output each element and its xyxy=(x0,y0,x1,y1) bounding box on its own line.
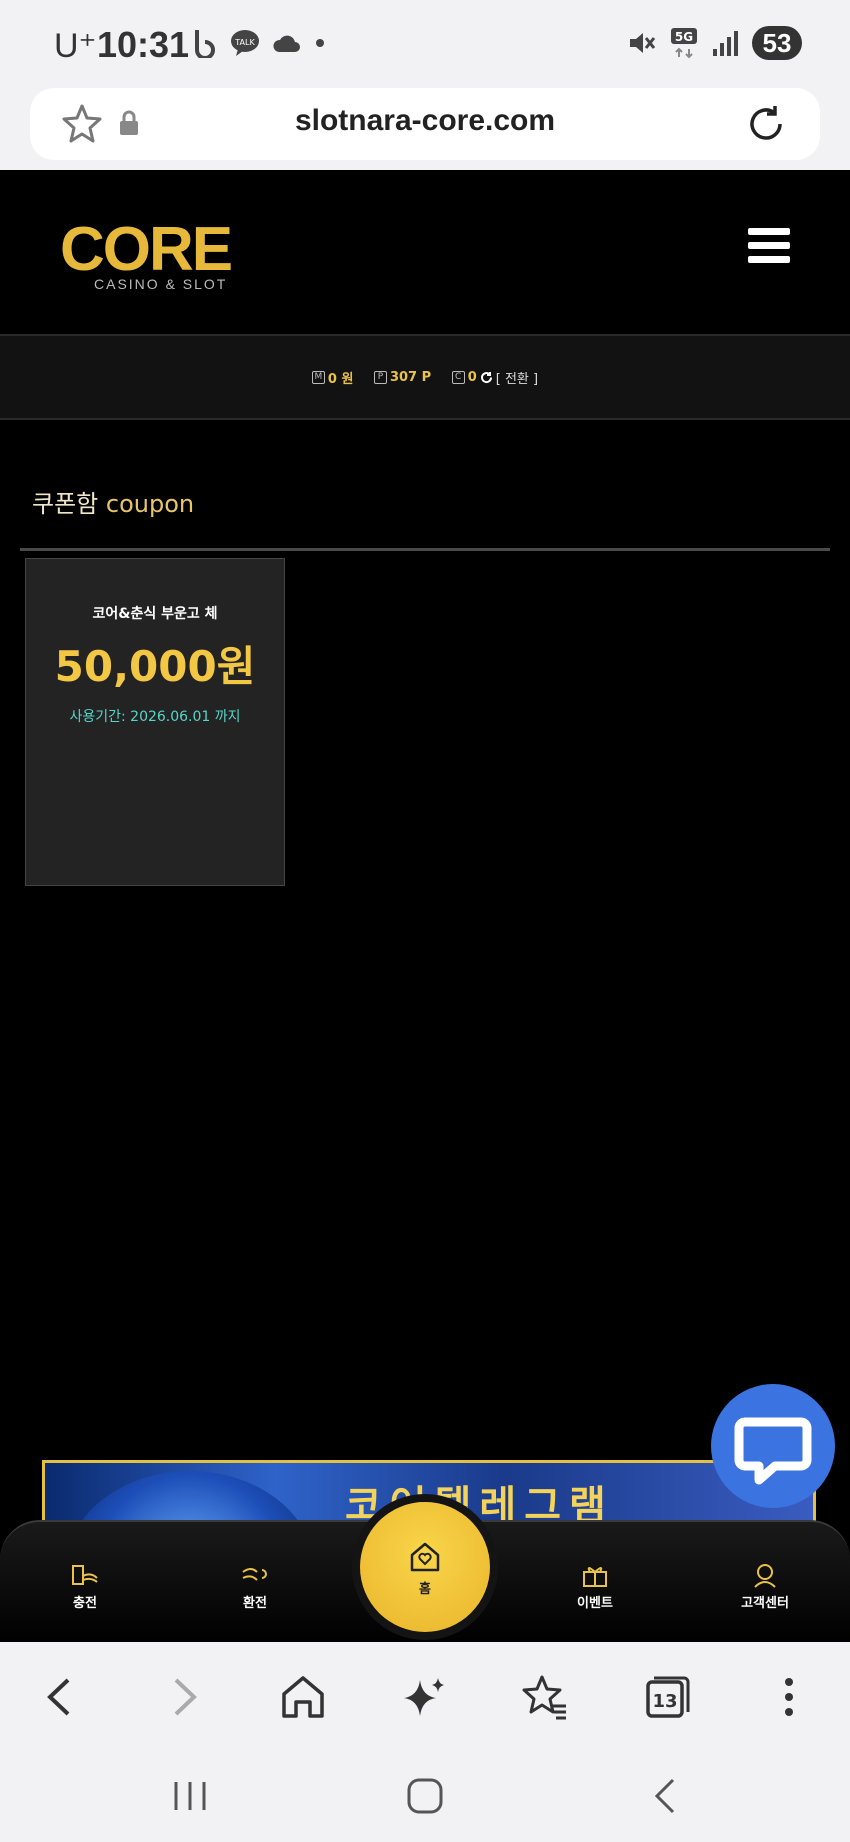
nav-deposit[interactable]: 충전 xyxy=(30,1562,140,1611)
carrier-label: U⁺ xyxy=(54,27,97,65)
home-heart-icon xyxy=(410,1542,440,1572)
page-title-ko: 쿠폰함 xyxy=(32,490,99,518)
5g-icon: 5G xyxy=(671,28,697,59)
deposit-icon xyxy=(72,1565,98,1585)
site-header: CORE CASINO & SLOT xyxy=(0,170,850,336)
section-divider xyxy=(20,548,830,551)
back-icon[interactable] xyxy=(36,1672,86,1722)
gift-icon xyxy=(583,1567,607,1587)
browser-toolbar: 13 xyxy=(0,1642,850,1746)
url-text[interactable]: slotnara-core.com xyxy=(30,104,820,138)
chat-button[interactable] xyxy=(711,1384,835,1508)
home-icon[interactable] xyxy=(278,1672,328,1722)
money-balance: M 0 원 xyxy=(311,368,354,387)
reload-icon[interactable] xyxy=(744,102,788,146)
comp-icon: C xyxy=(451,371,465,384)
dot-icon xyxy=(316,39,324,47)
refresh-icon[interactable] xyxy=(480,371,493,384)
menu-icon[interactable] xyxy=(748,228,790,268)
site-logo[interactable]: CORE CASINO & SLOT xyxy=(60,215,260,300)
system-icons: 5G 53 xyxy=(626,26,802,60)
nav-home-button[interactable]: 홈 xyxy=(360,1502,490,1632)
page-title: 쿠폰함 coupon xyxy=(32,484,194,519)
svg-text:TALK: TALK xyxy=(234,38,255,47)
battery-indicator: 53 xyxy=(752,26,802,60)
kakaotalk-icon: TALK xyxy=(231,30,259,56)
nav-home-label: 홈 xyxy=(419,1582,431,1597)
nav-deposit-label: 충전 xyxy=(73,1596,97,1611)
banner-graphic xyxy=(65,1471,315,1523)
recent-apps-icon[interactable] xyxy=(170,1776,210,1816)
mute-icon xyxy=(630,33,656,53)
chat-bubble-icon xyxy=(734,1417,812,1485)
support-icon xyxy=(754,1564,776,1588)
points-balance: P 307 P xyxy=(373,370,432,385)
clock: 10:31 xyxy=(97,24,190,65)
svg-text:5G: 5G xyxy=(675,30,693,44)
nav-event[interactable]: 이벤트 xyxy=(540,1562,650,1611)
system-back-icon[interactable] xyxy=(645,1776,685,1816)
logo-text: CORE xyxy=(60,215,233,284)
more-options-icon[interactable] xyxy=(764,1672,814,1722)
nav-event-label: 이벤트 xyxy=(577,1596,613,1611)
cloud-icon xyxy=(273,35,300,52)
comp-value: 0 xyxy=(467,370,477,385)
band-app-icon xyxy=(195,30,215,58)
bookmarks-icon[interactable] xyxy=(520,1672,570,1722)
comp-balance: C 0 [ 전환 ] xyxy=(451,368,538,387)
status-bar: U⁺ 10:31 TALK 5G 53 xyxy=(0,0,850,88)
nav-support-label: 고객센터 xyxy=(741,1596,789,1611)
coupon-card[interactable]: 코어&춘식 부운고 체 50,000원 사용기간: 2026.06.01 까지 xyxy=(25,558,285,886)
switch-button[interactable]: [ 전환 ] xyxy=(496,368,538,387)
exchange-icon xyxy=(242,1568,267,1581)
nav-exchange-label: 환전 xyxy=(243,1596,267,1611)
coupon-amount: 50,000원 xyxy=(54,642,256,691)
notification-icons: TALK xyxy=(192,28,326,58)
address-bar[interactable]: slotnara-core.com xyxy=(30,88,820,160)
balance-bar: M 0 원 P 307 P C 0 [ 전환 ] xyxy=(0,336,850,420)
forward-icon[interactable] xyxy=(158,1672,208,1722)
nav-exchange[interactable]: 환전 xyxy=(200,1562,310,1611)
sparkle-icon[interactable] xyxy=(400,1672,450,1722)
nav-support[interactable]: 고객센터 xyxy=(710,1562,820,1611)
system-nav xyxy=(0,1746,850,1842)
money-icon: M xyxy=(311,371,325,384)
points-icon: P xyxy=(373,371,387,384)
points-value: 307 P xyxy=(389,370,432,385)
coupon-name: 코어&춘식 부운고 체 xyxy=(92,606,218,622)
tabs-icon[interactable]: 13 xyxy=(642,1672,692,1722)
browser-address-area: slotnara-core.com xyxy=(0,88,850,170)
tab-count: 13 xyxy=(652,1691,677,1712)
system-home-icon[interactable] xyxy=(405,1776,445,1816)
signal-icon xyxy=(713,31,738,56)
coupon-expiry: 사용기간: 2026.06.01 까지 xyxy=(69,709,241,725)
logo-subtitle: CASINO & SLOT xyxy=(94,276,228,292)
page-title-en: coupon xyxy=(105,490,195,518)
money-value: 0 원 xyxy=(327,372,354,387)
